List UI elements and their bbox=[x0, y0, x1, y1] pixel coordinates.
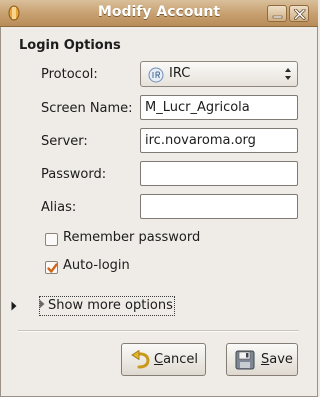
irc-protocol-icon bbox=[148, 67, 164, 87]
save-label: Save bbox=[261, 352, 293, 367]
expander-focus-arrow-icon bbox=[39, 298, 45, 314]
alias-field[interactable] bbox=[140, 194, 298, 219]
button-separator bbox=[18, 330, 299, 332]
auto-login-checkbox[interactable] bbox=[45, 261, 58, 274]
auto-login-label[interactable]: Auto-login bbox=[63, 258, 130, 273]
section-title: Login Options bbox=[19, 38, 121, 53]
protocol-combo[interactable]: IRC bbox=[140, 61, 298, 87]
modify-account-dialog: Modify Account Login Options Protocol: I… bbox=[0, 0, 318, 397]
undo-icon bbox=[130, 349, 152, 374]
combo-arrows-icon bbox=[284, 67, 292, 85]
remember-password-checkbox[interactable] bbox=[45, 233, 58, 246]
close-button[interactable] bbox=[289, 5, 309, 22]
server-label: Server: bbox=[41, 134, 88, 149]
protocol-label: Protocol: bbox=[41, 67, 98, 82]
minimize-icon bbox=[272, 15, 283, 19]
minimize-button[interactable] bbox=[267, 5, 287, 22]
title-bar[interactable]: Modify Account bbox=[0, 0, 318, 27]
password-field[interactable] bbox=[140, 161, 298, 186]
expander-arrow-icon[interactable] bbox=[11, 300, 17, 315]
cancel-label: Cancel bbox=[154, 352, 199, 367]
screen-name-label: Screen Name: bbox=[41, 101, 133, 116]
alias-label: Alias: bbox=[41, 200, 77, 215]
cancel-button[interactable]: Cancel bbox=[121, 343, 206, 376]
server-field[interactable]: irc.novaroma.org bbox=[140, 128, 298, 153]
remember-password-label[interactable]: Remember password bbox=[63, 230, 200, 245]
checkmark-icon bbox=[47, 263, 58, 273]
screen-name-field[interactable]: M_Lucr_Agricola bbox=[140, 95, 298, 120]
save-button[interactable]: Save bbox=[226, 343, 298, 376]
show-more-options-label: Show more options bbox=[48, 298, 173, 313]
show-more-options-expander[interactable]: Show more options bbox=[39, 296, 175, 316]
protocol-value: IRC bbox=[169, 66, 191, 81]
password-label: Password: bbox=[41, 167, 107, 182]
close-icon bbox=[294, 9, 306, 20]
floppy-disk-icon bbox=[235, 350, 255, 374]
